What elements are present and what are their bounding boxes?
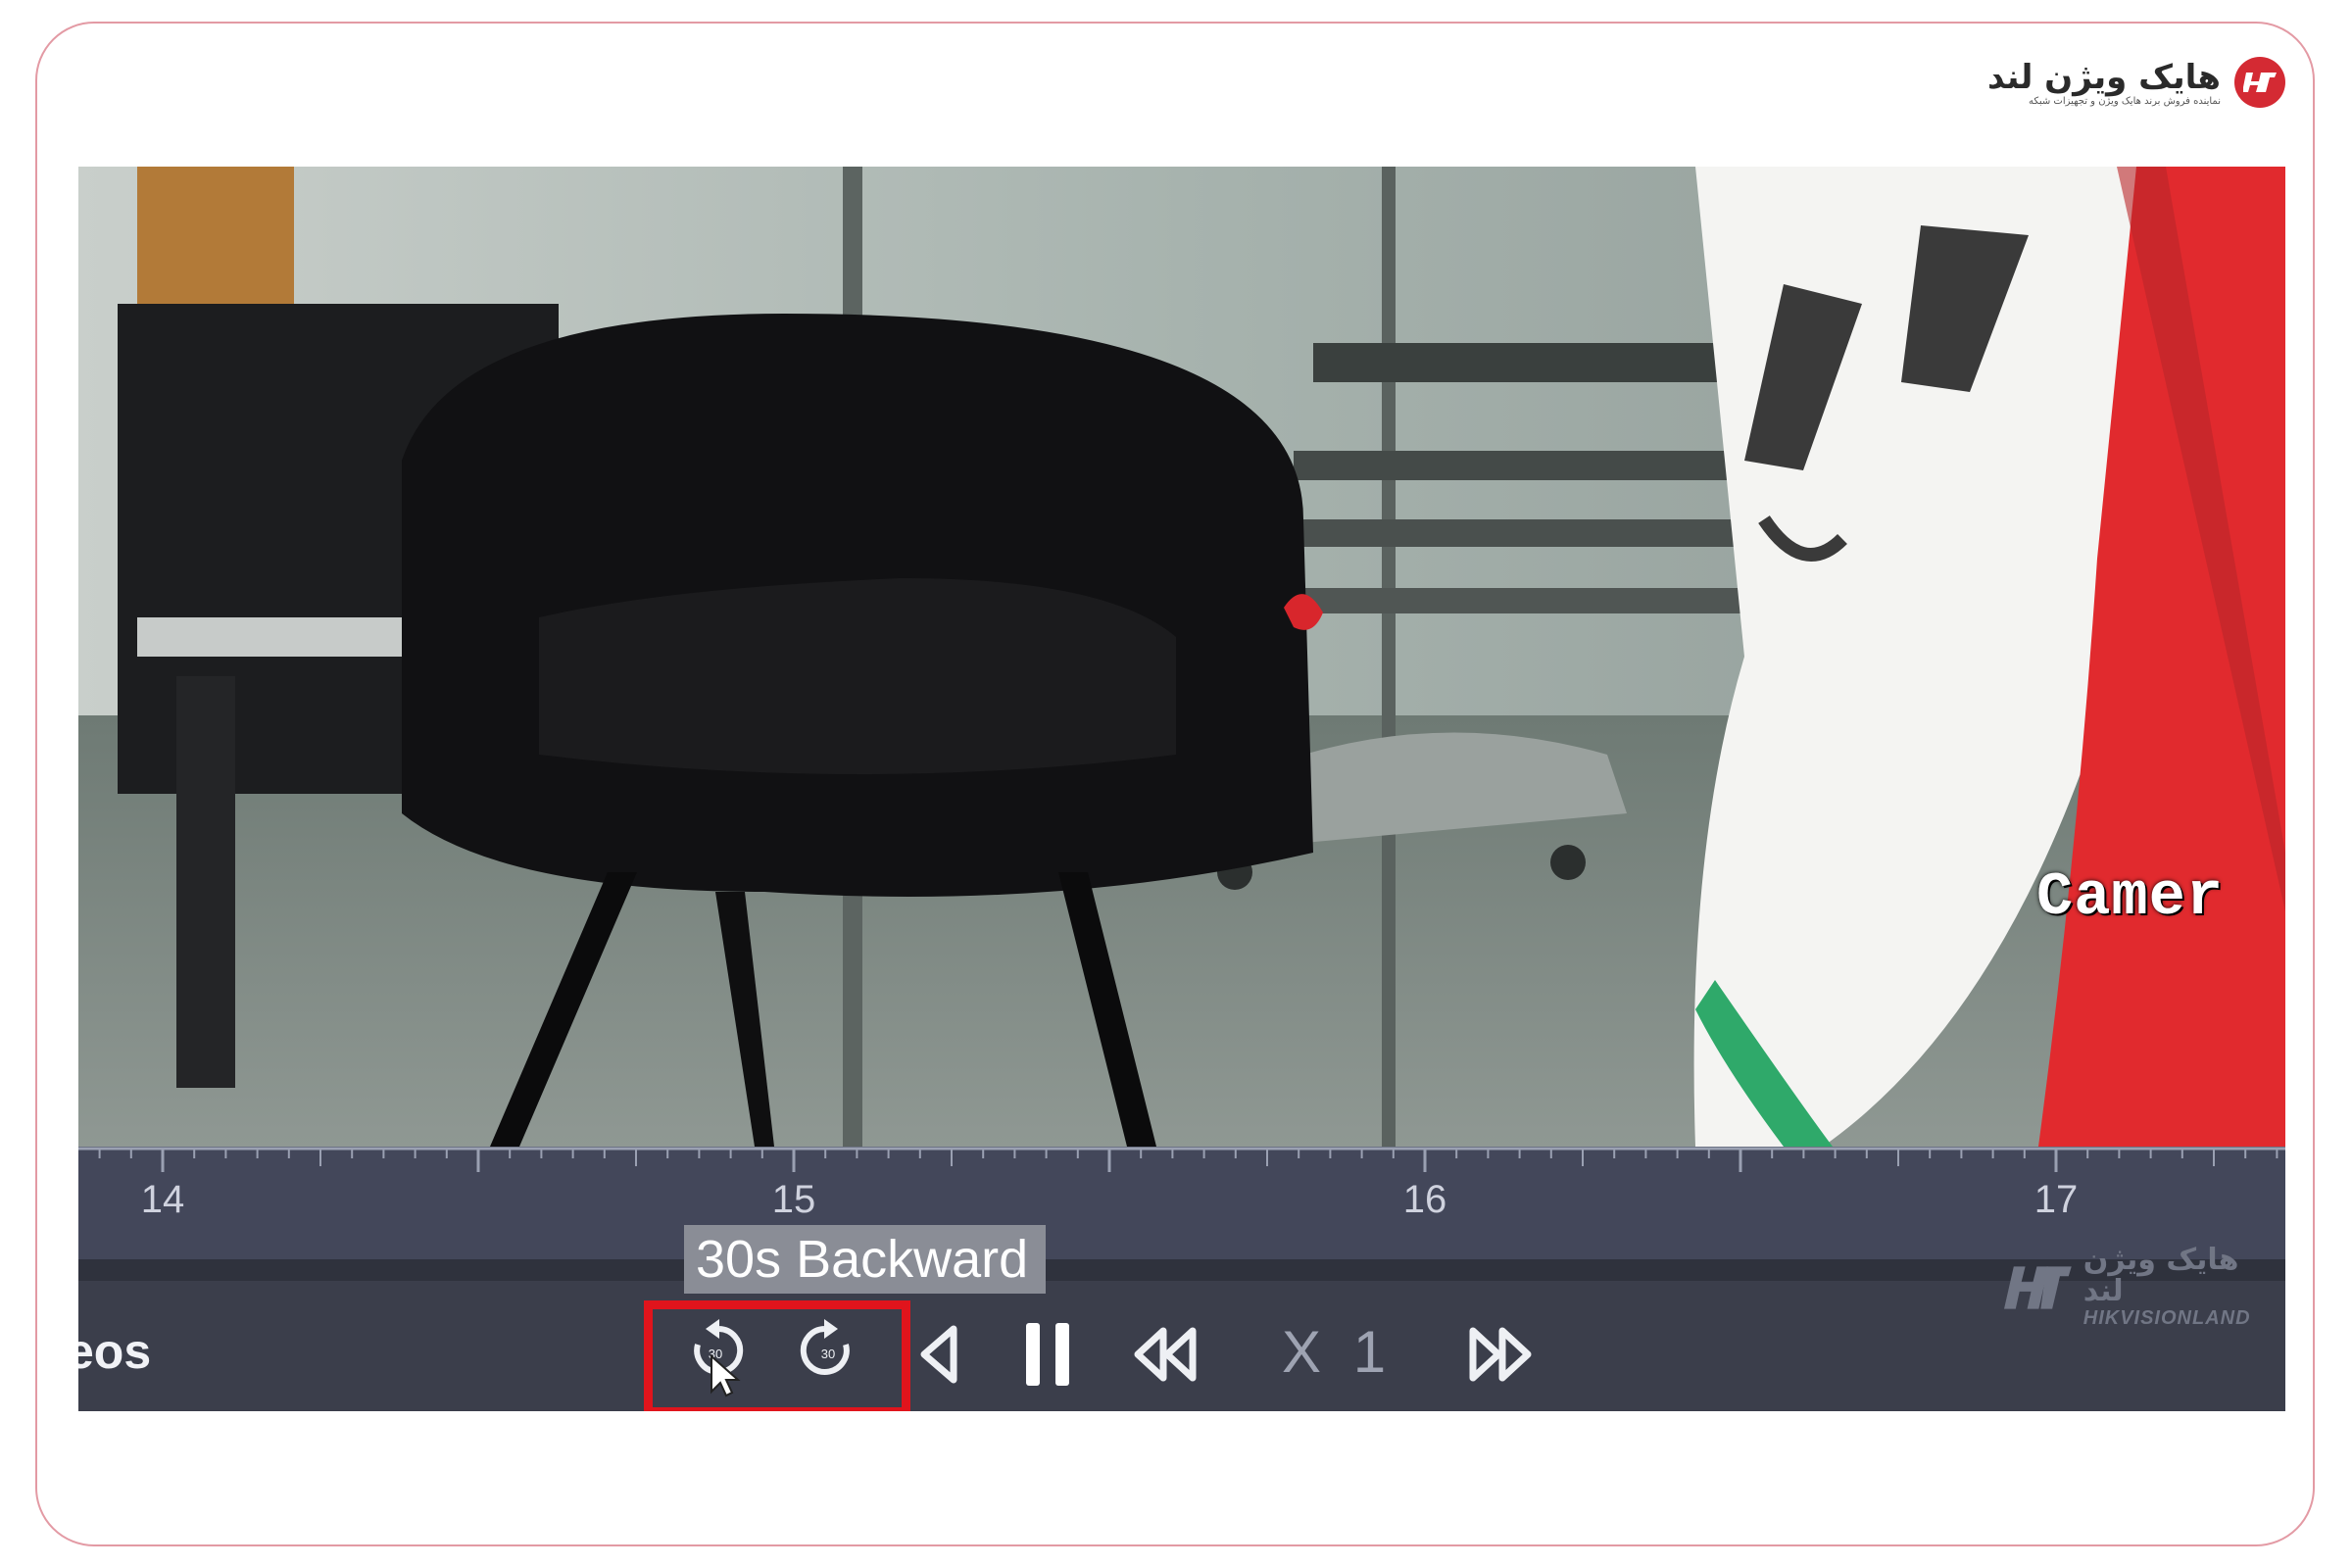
speed-label: X 1 bbox=[1282, 1319, 1395, 1385]
brand-tagline: نماینده فروش برند هایک ویژن و تجهیزات شب… bbox=[2028, 95, 2221, 107]
videos-label: eos bbox=[78, 1324, 152, 1379]
speed-up-button[interactable] bbox=[1455, 1315, 1544, 1394]
playback-player: Camer 14 15 16 17 eos 30s Backward 30 30 bbox=[78, 167, 2285, 1411]
timeline-ruler[interactable]: 14 15 16 17 bbox=[78, 1147, 2285, 1259]
brand-name: هایک ویژن لند bbox=[1987, 57, 2221, 97]
timeline-tick-label: 15 bbox=[771, 1178, 816, 1221]
timeline-tick-label: 16 bbox=[1402, 1178, 1447, 1221]
triangle-left-icon bbox=[920, 1325, 957, 1384]
double-left-icon bbox=[1134, 1327, 1197, 1382]
tooltip: 30s Backward bbox=[684, 1225, 1047, 1294]
watermark-english: HIKVISIONLAND bbox=[2082, 1307, 2251, 1329]
timeline-ticks bbox=[78, 1147, 2285, 1172]
highlight-box bbox=[644, 1300, 910, 1411]
watermark-persian: هایک ویژن لند bbox=[2082, 1243, 2239, 1308]
brand-logo: هایک ویژن لند نماینده فروش برند هایک ویژ… bbox=[1987, 57, 2285, 108]
osd-camera-label: Camer bbox=[2036, 862, 2225, 932]
reverse-play-button[interactable] bbox=[906, 1315, 975, 1394]
video-frame[interactable]: Camer bbox=[78, 167, 2285, 1147]
timeline-tick-label: 17 bbox=[2034, 1178, 2079, 1221]
pause-icon bbox=[1026, 1323, 1069, 1386]
slow-down-button[interactable] bbox=[1122, 1315, 1210, 1394]
pause-button[interactable] bbox=[1014, 1313, 1083, 1396]
timeline-tick-label: 14 bbox=[140, 1178, 185, 1221]
brand-badge-icon bbox=[2234, 57, 2285, 108]
watermark-logo-icon bbox=[2004, 1265, 2072, 1309]
timeline-track[interactable] bbox=[78, 1259, 2285, 1281]
double-right-icon bbox=[1469, 1327, 1532, 1382]
watermark: هایک ویژن لند HIKVISIONLAND bbox=[2004, 1245, 2285, 1330]
